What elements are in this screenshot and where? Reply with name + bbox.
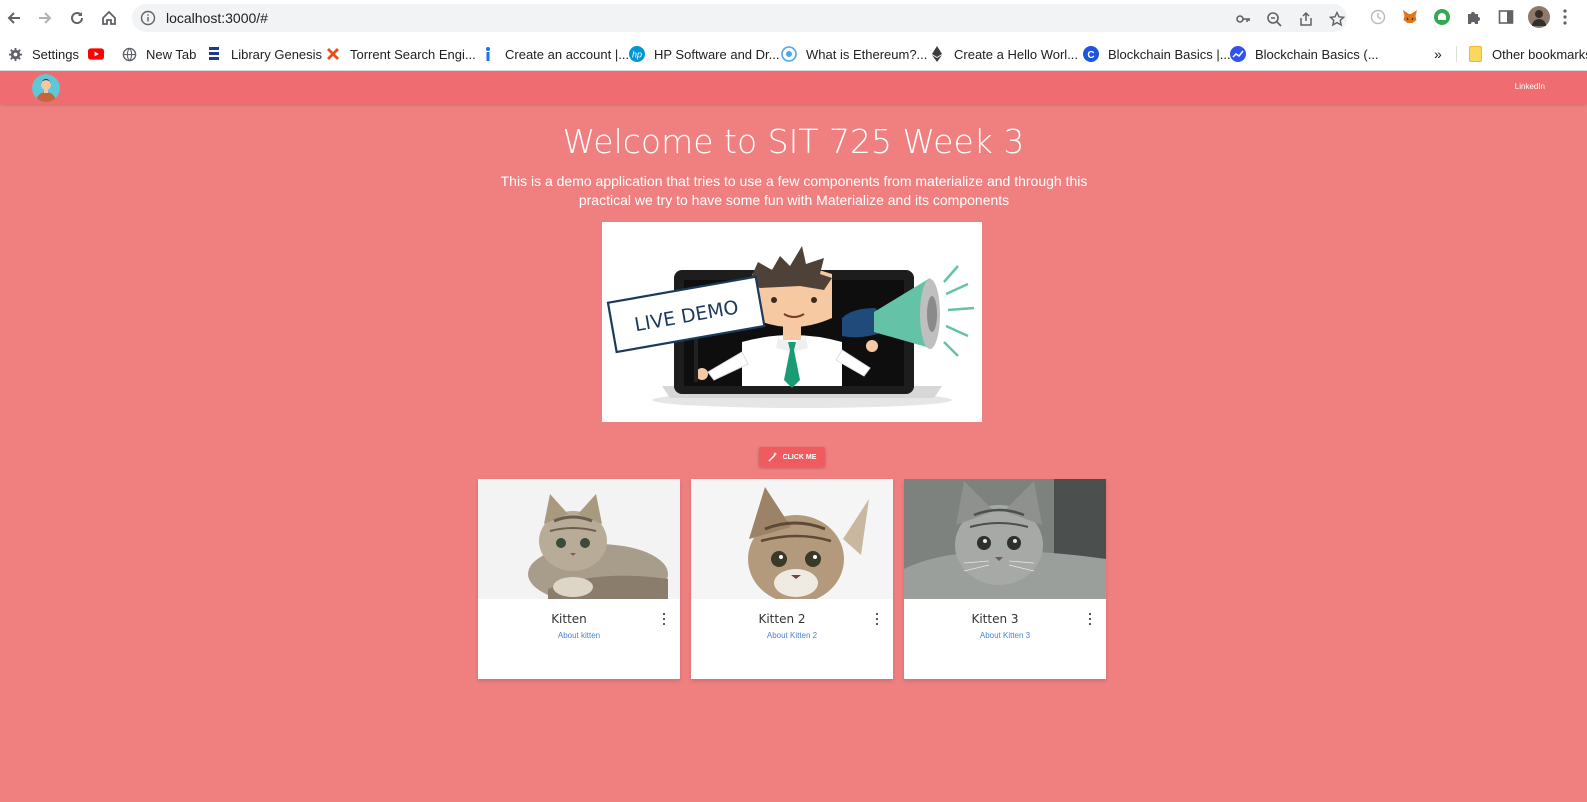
kitten-image-3[interactable] [904, 479, 1106, 599]
ethereum-icon [929, 46, 945, 62]
card-link[interactable]: About Kitten 3 [904, 631, 1106, 640]
kitten-card-2: Kitten 2 About Kitten 2 [691, 479, 893, 679]
bookmarks-bar: Settings New Tab Library Genesis Torrent… [0, 36, 1587, 71]
back-arrow-icon [7, 12, 20, 24]
bookmark-label: Blockchain Basics (... [1255, 46, 1379, 62]
live-demo-image: LIVE DEMO [602, 222, 982, 422]
youtube-icon [88, 46, 104, 62]
gear-icon [7, 46, 23, 62]
browser-menu-icon[interactable] [1560, 7, 1570, 27]
bookmarks-divider [1456, 46, 1457, 62]
bookmark-what-is-ethereum[interactable]: What is Ethereum?... [781, 44, 927, 64]
click-me-button[interactable]: CLICK ME [759, 447, 825, 467]
svg-text:hp: hp [632, 50, 642, 60]
hp-icon: hp [629, 46, 645, 62]
other-bookmarks[interactable]: Other bookmarks [1467, 44, 1587, 64]
bookmark-youtube[interactable] [88, 44, 113, 64]
url-text: localhost:3000/# [166, 10, 268, 26]
bookmark-new-tab[interactable]: New Tab [121, 44, 196, 64]
zoom-icon[interactable] [1265, 10, 1283, 28]
globe-icon [121, 46, 137, 62]
metamask-fox-icon[interactable] [1400, 7, 1420, 27]
forward-button[interactable] [33, 6, 57, 30]
profile-avatar-icon[interactable] [1528, 6, 1550, 28]
bookmark-label: Create a Hello Worl... [954, 46, 1079, 62]
logo-avatar[interactable] [32, 74, 60, 102]
bookmark-hello-world[interactable]: Create a Hello Worl... [929, 44, 1078, 64]
reload-button[interactable] [65, 6, 89, 30]
libgen-icon [206, 46, 222, 62]
page-title: Welcome to SIT 725 Week 3 [562, 122, 1025, 161]
home-icon [102, 10, 116, 25]
page-subtitle: This is a demo application that tries to… [500, 173, 1088, 208]
kitten-card-1: Kitten About kitten [478, 479, 680, 679]
linkedin-link[interactable]: LinkedIn [1515, 82, 1545, 91]
bookmark-create-account[interactable]: Create an account |... [480, 44, 629, 64]
card-title: Kitten [551, 612, 587, 626]
ethereum-site-icon [781, 46, 797, 62]
site-info-icon[interactable] [140, 10, 156, 26]
svg-text:C: C [1087, 50, 1094, 61]
share-icon[interactable] [1297, 10, 1315, 28]
bookmark-label: HP Software and Dr... [654, 46, 780, 62]
bookmark-torrent-search[interactable]: Torrent Search Engi... [325, 44, 476, 64]
card-link[interactable]: About kitten [478, 631, 680, 640]
key-icon[interactable] [1234, 10, 1252, 28]
side-panel-icon[interactable] [1496, 7, 1516, 27]
more-vert-icon[interactable] [660, 612, 668, 626]
extension-clock-icon[interactable] [1368, 7, 1388, 27]
click-me-label: CLICK ME [782, 453, 817, 461]
reload-icon [71, 12, 84, 25]
bookmark-settings[interactable]: Settings [7, 44, 79, 64]
folder-icon [1467, 46, 1483, 62]
card-title: Kitten 2 [758, 612, 806, 626]
magic-wand-icon [768, 452, 778, 462]
bookmark-label: What is Ethereum?... [806, 46, 928, 62]
bookmark-hp-software[interactable]: hp HP Software and Dr... [629, 44, 780, 64]
c-icon: C [1083, 46, 1099, 62]
bookmark-label: Create an account |... [505, 46, 630, 62]
kitten-image-1[interactable] [478, 479, 680, 599]
puzzle-extensions-icon[interactable] [1464, 7, 1484, 27]
address-bar[interactable]: localhost:3000/# [132, 4, 1347, 32]
bookmarks-overflow-chevron-icon[interactable]: » [1434, 44, 1442, 64]
bookmark-label: New Tab [146, 46, 197, 62]
extension-green-icon[interactable] [1432, 7, 1452, 27]
bookmark-library-genesis[interactable]: Library Genesis [206, 44, 322, 64]
back-button[interactable] [2, 6, 26, 30]
card-link[interactable]: About Kitten 2 [691, 631, 893, 640]
browser-toolbar: localhost:3000/# [0, 0, 1587, 36]
bookmark-blockchain-basics-2[interactable]: Blockchain Basics (... [1230, 44, 1379, 64]
app-navbar: LinkedIn [0, 71, 1587, 104]
card-title: Kitten 3 [971, 612, 1019, 626]
chart-icon [1230, 46, 1246, 62]
x-icon [325, 46, 341, 62]
bookmark-label: Settings [32, 46, 79, 62]
kitten-image-2[interactable] [691, 479, 893, 599]
bookmark-blockchain-basics-1[interactable]: C Blockchain Basics |... [1083, 44, 1231, 64]
more-vert-icon[interactable] [873, 612, 881, 626]
forward-arrow-icon [39, 12, 52, 24]
bookmark-label: Blockchain Basics |... [1108, 46, 1231, 62]
other-bookmarks-label: Other bookmarks [1492, 46, 1587, 62]
bookmark-label: Torrent Search Engi... [350, 46, 476, 62]
more-vert-icon[interactable] [1086, 612, 1094, 626]
star-icon[interactable] [1328, 10, 1346, 28]
kitten-card-3: Kitten 3 About Kitten 3 [904, 479, 1106, 679]
home-button[interactable] [97, 6, 121, 30]
bookmark-label: Library Genesis [231, 46, 323, 62]
info-icon [480, 46, 496, 62]
